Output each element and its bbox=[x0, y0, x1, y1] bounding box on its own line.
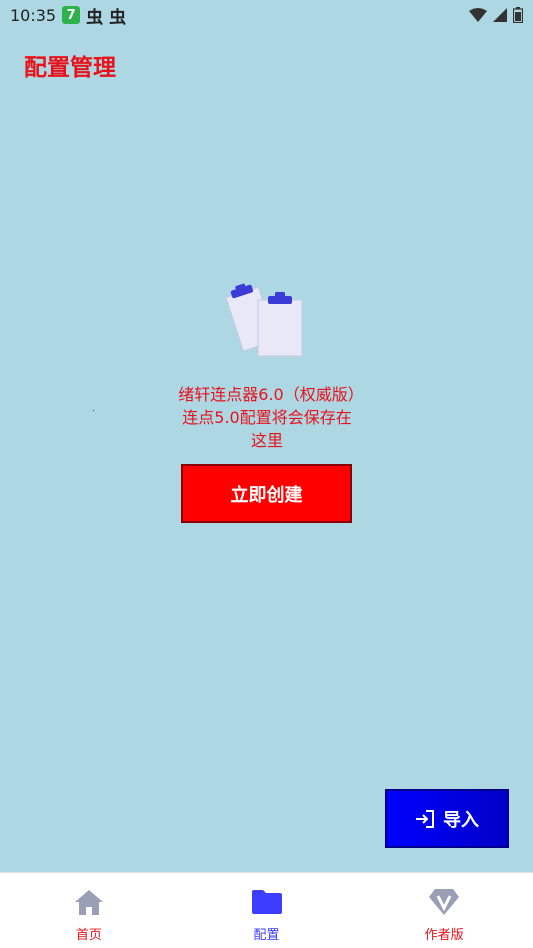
bug-icon: 虫 bbox=[86, 7, 104, 28]
battery-icon bbox=[513, 7, 523, 23]
status-bar: 10:35 7 虫 虫 bbox=[0, 0, 533, 30]
empty-state-message: 绪轩连点器6.0（权威版）连点5.0配置将会保存在这里 bbox=[178, 385, 356, 450]
nav-item-home[interactable]: 首页 bbox=[0, 873, 178, 948]
wifi-icon bbox=[469, 8, 487, 22]
status-left: 10:35 7 虫 虫 bbox=[10, 3, 126, 28]
clipboard-icon bbox=[226, 283, 303, 357]
nav-label-config: 配置 bbox=[253, 928, 280, 943]
import-label: 导入 bbox=[443, 809, 479, 831]
stray-dot bbox=[93, 410, 94, 411]
create-now-button[interactable]: 立即创建 bbox=[181, 464, 352, 523]
import-button[interactable]: 导入 bbox=[385, 789, 509, 848]
bottom-nav: 首页 配置 作者版 bbox=[0, 872, 533, 948]
nav-item-config[interactable]: 配置 bbox=[178, 873, 356, 948]
nav-label-home: 首页 bbox=[75, 928, 102, 943]
home-icon bbox=[73, 887, 105, 917]
folder-icon bbox=[251, 887, 283, 917]
signal-icon bbox=[493, 8, 507, 22]
nav-item-author[interactable]: 作者版 bbox=[355, 873, 533, 948]
status-time: 10:35 bbox=[10, 5, 57, 25]
diamond-v-icon bbox=[428, 887, 460, 917]
bug-icon: 虫 bbox=[109, 7, 127, 28]
login-icon bbox=[416, 809, 434, 828]
app-badge-icon: 7 bbox=[62, 6, 81, 24]
status-right bbox=[469, 7, 523, 23]
page-title: 配置管理 bbox=[24, 55, 116, 81]
nav-label-author: 作者版 bbox=[424, 928, 464, 943]
